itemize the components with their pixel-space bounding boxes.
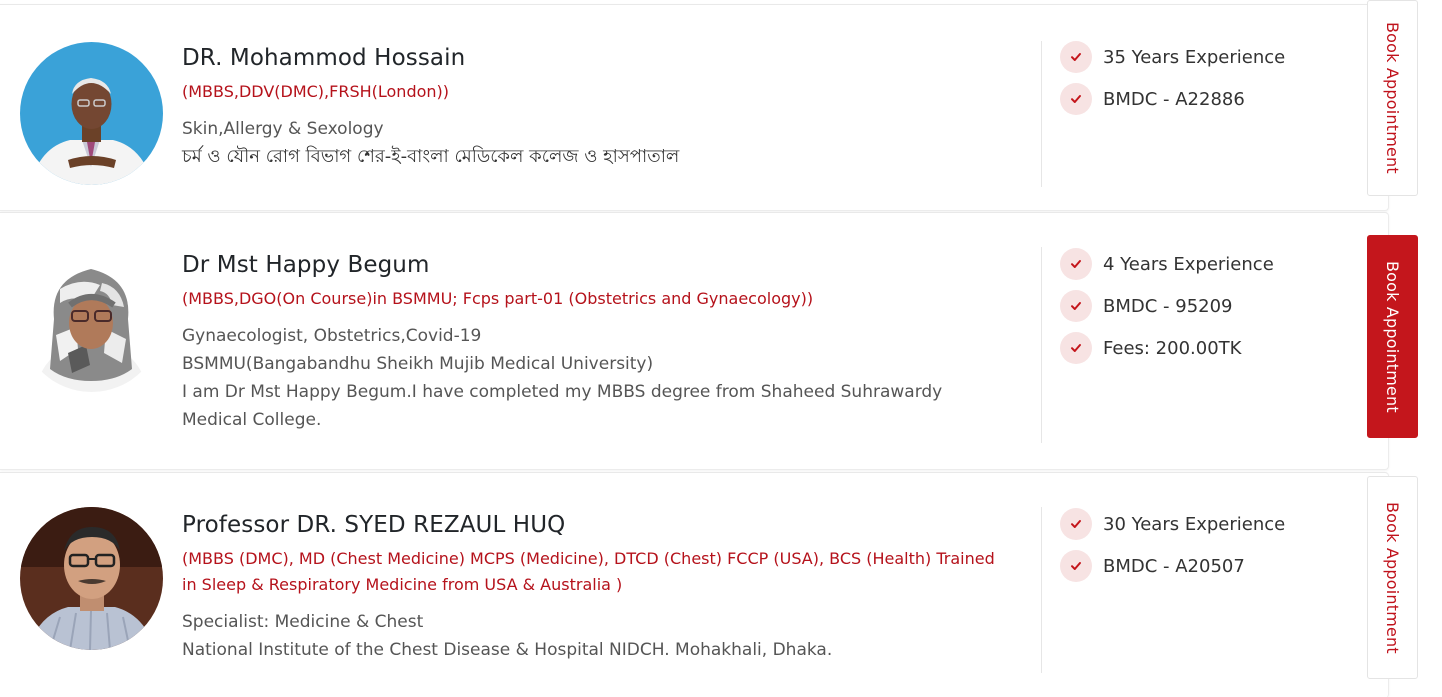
check-icon	[1060, 332, 1092, 364]
doctor-department: চর্ম ও যৌন রোগ বিভাগ শের-ই-বাংলা মেডিকেল…	[182, 146, 680, 167]
doctor-stats: 35 Years Experience BMDC - A22886	[1060, 41, 1350, 125]
book-appointment-label: Book Appointment	[1383, 260, 1402, 413]
stat-text: BMDC - A20507	[1103, 555, 1245, 577]
doctor-institution: National Institute of the Chest Disease …	[182, 640, 833, 660]
stat-experience: 4 Years Experience	[1060, 248, 1350, 280]
doctor-name[interactable]: Professor DR. SYED REZAUL HUQ	[182, 510, 1012, 540]
book-appointment-button[interactable]: Book Appointment	[1367, 476, 1418, 679]
doctor-info: Professor DR. SYED REZAUL HUQ (MBBS (DMC…	[182, 510, 1012, 664]
stat-text: BMDC - A22886	[1103, 88, 1245, 110]
doctor-specialty: Gynaecologist, Obstetrics,Covid-19	[182, 326, 482, 346]
doctor-info: DR. Mohammod Hossain (MBBS,DDV(DMC),FRSH…	[182, 43, 1012, 171]
doctor-name[interactable]: DR. Mohammod Hossain	[182, 43, 1012, 73]
doctor-degree: (MBBS (DMC), MD (Chest Medicine) MCPS (M…	[182, 549, 995, 594]
doctor-photo	[20, 249, 163, 392]
doctor-card: Professor DR. SYED REZAUL HUQ (MBBS (DMC…	[0, 472, 1389, 697]
doctor-photo	[20, 507, 163, 650]
card-divider	[1041, 41, 1042, 187]
card-divider	[1041, 247, 1042, 443]
book-appointment-label: Book Appointment	[1383, 22, 1402, 174]
doctor-card: DR. Mohammod Hossain (MBBS,DDV(DMC),FRSH…	[0, 4, 1389, 211]
stat-bmdc: BMDC - 95209	[1060, 290, 1350, 322]
book-appointment-label: Book Appointment	[1383, 501, 1402, 654]
check-icon	[1060, 41, 1092, 73]
check-icon	[1060, 290, 1092, 322]
doctor-photo	[20, 42, 163, 185]
doctor-list: DR. Mohammod Hossain (MBBS,DDV(DMC),FRSH…	[0, 0, 1442, 697]
book-appointment-button[interactable]: Book Appointment	[1367, 235, 1418, 438]
stat-text: 4 Years Experience	[1103, 253, 1274, 275]
stat-text: 35 Years Experience	[1103, 46, 1286, 68]
stat-experience: 30 Years Experience	[1060, 508, 1350, 540]
check-icon	[1060, 248, 1092, 280]
doctor-stats: 4 Years Experience BMDC - 95209 Fees: 20…	[1060, 248, 1350, 374]
check-icon	[1060, 508, 1092, 540]
doctor-degree: (MBBS,DGO(On Course)in BSMMU; Fcps part-…	[182, 289, 814, 308]
stat-bmdc: BMDC - A22886	[1060, 83, 1350, 115]
stat-text: Fees: 200.00TK	[1103, 337, 1242, 359]
book-appointment-button[interactable]: Book Appointment	[1367, 0, 1418, 196]
doctor-institution: BSMMU(Bangabandhu Sheikh Mujib Medical U…	[182, 354, 654, 374]
doctor-info: Dr Mst Happy Begum (MBBS,DGO(On Course)i…	[182, 250, 1012, 434]
stat-experience: 35 Years Experience	[1060, 41, 1350, 73]
stat-text: BMDC - 95209	[1103, 295, 1233, 317]
stat-bmdc: BMDC - A20507	[1060, 550, 1350, 582]
check-icon	[1060, 83, 1092, 115]
check-icon	[1060, 550, 1092, 582]
doctor-degree: (MBBS,DDV(DMC),FRSH(London))	[182, 82, 450, 101]
doctor-specialty: Specialist: Medicine & Chest	[182, 612, 424, 632]
doctor-bio: I am Dr Mst Happy Begum.I have completed…	[182, 382, 943, 430]
doctor-stats: 30 Years Experience BMDC - A20507	[1060, 508, 1350, 592]
stat-text: 30 Years Experience	[1103, 513, 1286, 535]
doctor-card: Dr Mst Happy Begum (MBBS,DGO(On Course)i…	[0, 212, 1389, 470]
stat-fees: Fees: 200.00TK	[1060, 332, 1350, 364]
doctor-name[interactable]: Dr Mst Happy Begum	[182, 250, 1012, 280]
card-divider	[1041, 507, 1042, 673]
doctor-specialty: Skin,Allergy & Sexology	[182, 119, 384, 139]
